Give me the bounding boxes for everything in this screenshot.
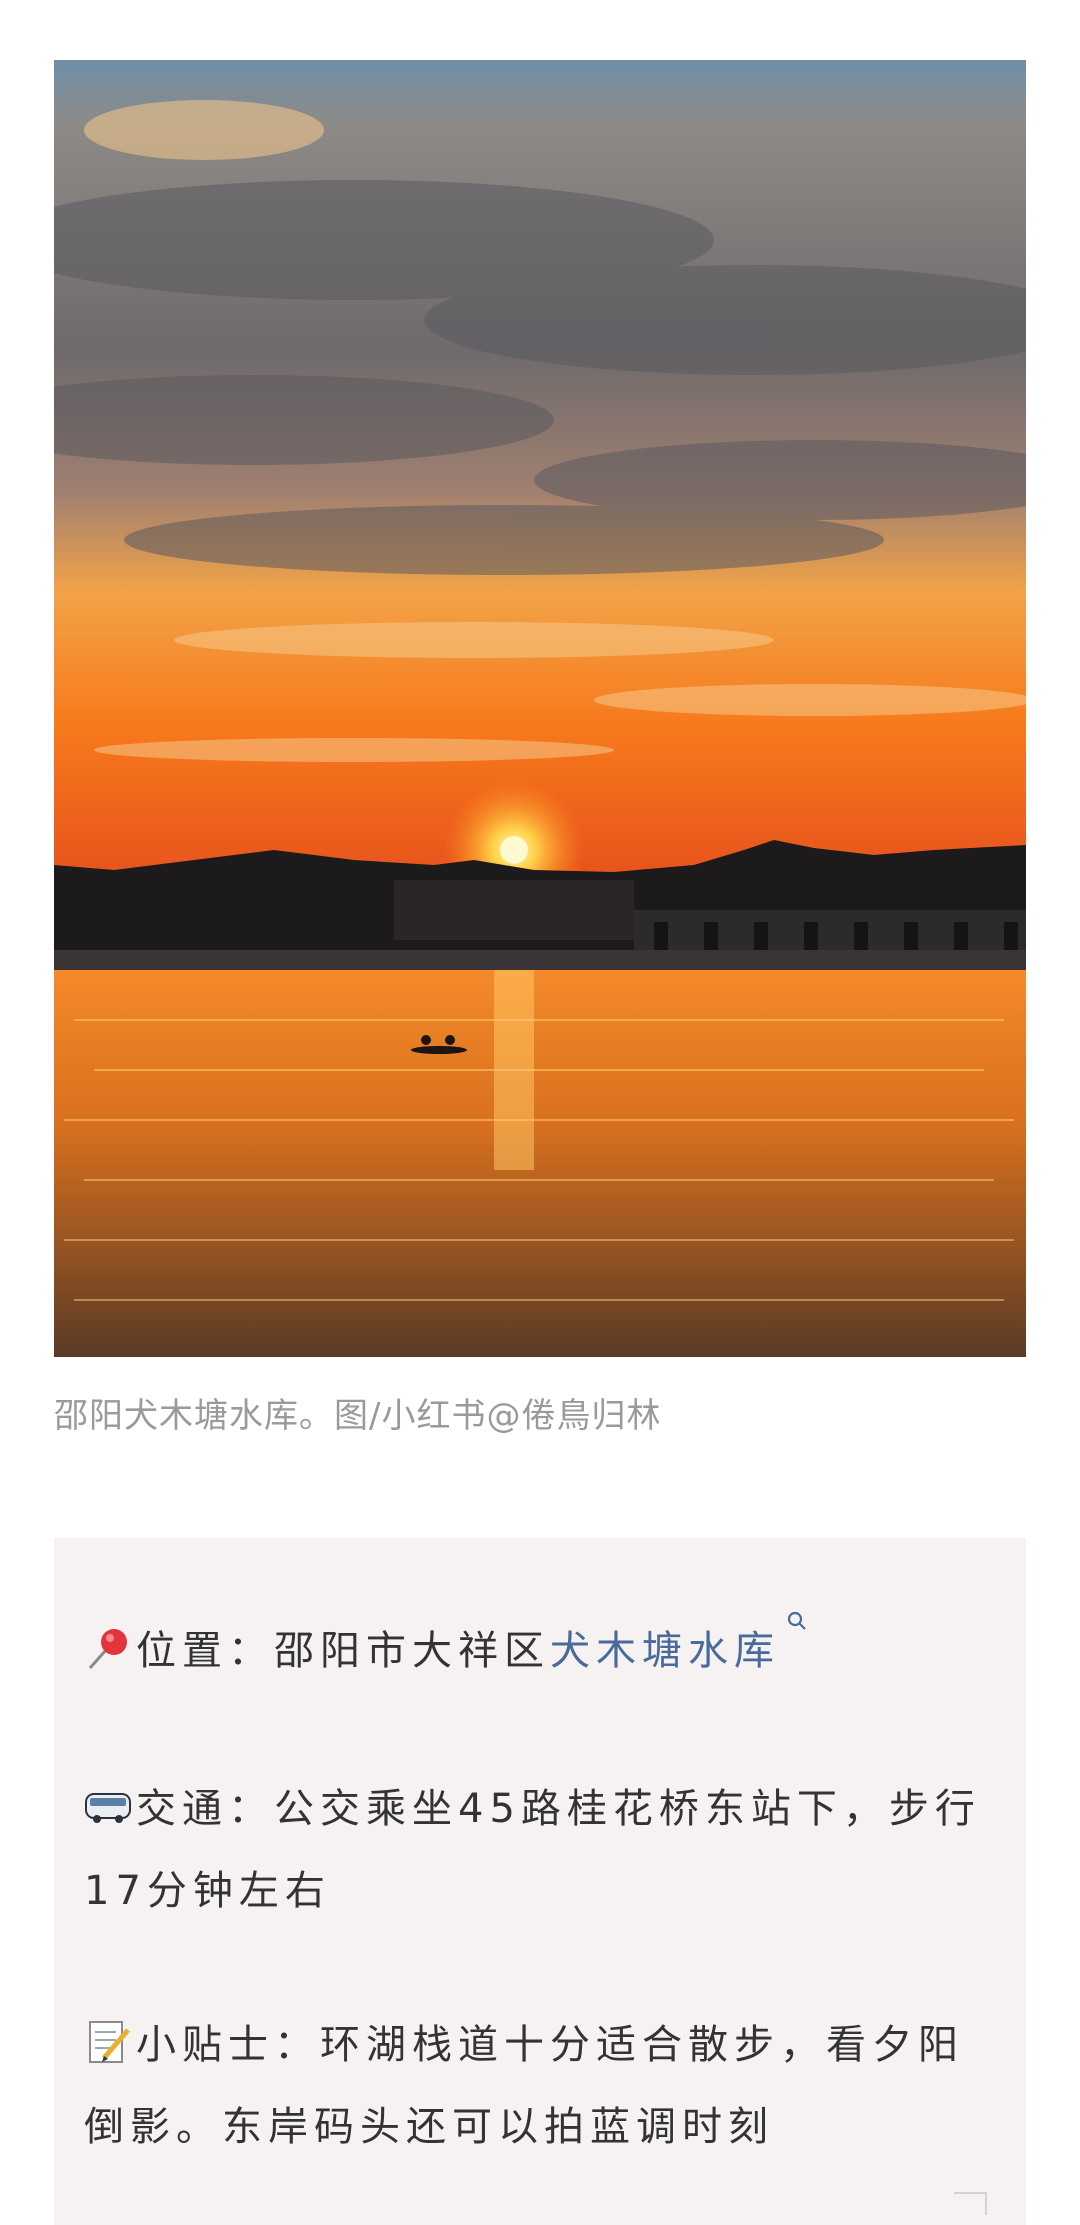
tips-line: 小贴士：环湖栈道十分适合散步，看夕阳倒影。东岸码头还可以拍蓝调时刻 [84, 2004, 996, 2168]
location-line: 位置：邵阳市大祥区犬木塘水库 [84, 1610, 996, 1692]
travel-info-card: 位置：邵阳市大祥区犬木塘水库 交通：公交乘坐45路桂花桥东站下，步行17分钟左右… [54, 1538, 1026, 2225]
tips-label: 小贴士： [136, 2022, 320, 2068]
location-link[interactable]: 犬木塘水库 [550, 1628, 780, 1674]
expand-corner-icon[interactable] [950, 2189, 990, 2219]
transport-label: 交通： [136, 1786, 274, 1832]
search-icon[interactable] [786, 1610, 808, 1632]
photo-caption: 邵阳犬木塘水库。图/小红书@倦鳥归林 [54, 1396, 662, 1436]
memo-icon [89, 2021, 130, 2063]
transport-line: 交通：公交乘坐45路桂花桥东站下，步行17分钟左右 [84, 1768, 996, 1932]
pushpin-icon [88, 1629, 127, 1669]
photo-illustration [54, 60, 1026, 1357]
location-label: 位置： [136, 1628, 274, 1674]
location-text: 邵阳市大祥区 [274, 1628, 550, 1674]
sunset-reservoir-photo[interactable] [54, 60, 1026, 1357]
bus-icon [85, 1793, 131, 1823]
